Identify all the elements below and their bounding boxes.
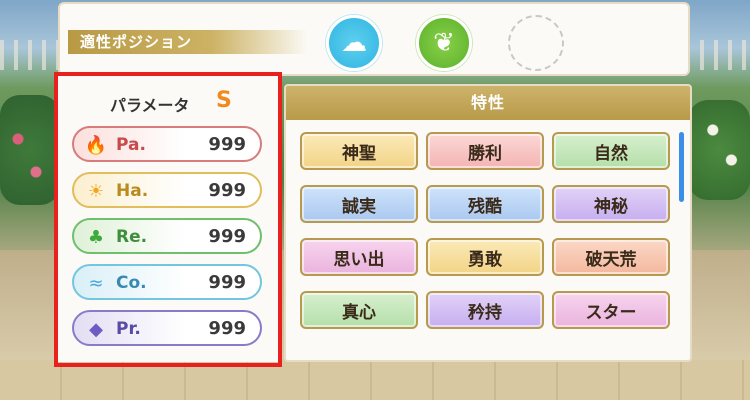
- trait-tile[interactable]: 思い出: [300, 238, 418, 276]
- stat-name: Pa.: [116, 135, 146, 155]
- background-flower-bush-left: [0, 95, 60, 205]
- traits-panel: 特性 神聖 勝利 自然誠実 残酷 神秘思い出 勇敢 破天荒真心 矜持 スター: [284, 84, 692, 362]
- trait-tile[interactable]: 破天荒: [552, 238, 670, 276]
- stat-row-ha[interactable]: ☀ Ha. 999: [72, 172, 262, 208]
- position-label: 適性ポジション: [68, 30, 308, 54]
- trait-tile[interactable]: 誠実: [300, 185, 418, 223]
- trait-tile[interactable]: 勇敢: [426, 238, 544, 276]
- stat-row-re[interactable]: ♣ Re. 999: [72, 218, 262, 254]
- traits-title: 特性: [286, 86, 690, 120]
- stat-name: Co.: [116, 273, 147, 293]
- parameter-rank-badge: S: [216, 88, 232, 113]
- diamond-icon: ◆: [89, 318, 103, 340]
- trait-tile[interactable]: 残酷: [426, 185, 544, 223]
- leaf-sprite-icon: ❦: [433, 28, 455, 58]
- stat-value: 999: [208, 318, 246, 339]
- position-slot-3-empty[interactable]: [508, 15, 564, 71]
- background-flower-bush-right: [688, 100, 750, 200]
- stat-row-pr[interactable]: ◆ Pr. 999: [72, 310, 262, 346]
- stat-value: 999: [208, 134, 246, 155]
- stat-value: 999: [208, 180, 246, 201]
- position-slot-1[interactable]: ☁: [326, 15, 382, 71]
- stat-row-pa[interactable]: 🔥 Pa. 999: [72, 126, 262, 162]
- stat-value: 999: [208, 226, 246, 247]
- stat-name: Pr.: [116, 319, 141, 339]
- trait-tile[interactable]: 神秘: [552, 185, 670, 223]
- traits-scrollbar[interactable]: [679, 132, 684, 202]
- stat-name: Re.: [116, 227, 148, 247]
- sun-icon: ☀: [87, 180, 105, 202]
- trait-tile[interactable]: スター: [552, 291, 670, 329]
- trait-tile[interactable]: 勝利: [426, 132, 544, 170]
- parameter-panel: パラメータ S 🔥 Pa. 999 ☀ Ha. 999 ♣ Re. 999 ≈ …: [58, 76, 278, 362]
- background-tiles: [0, 360, 750, 400]
- stat-name: Ha.: [116, 181, 149, 201]
- clover-icon: ♣: [87, 226, 105, 248]
- parameter-title: パラメータ: [110, 96, 190, 115]
- wave-icon: ≈: [88, 272, 104, 294]
- empty-slot-icon: [510, 17, 562, 69]
- cloud-icon: ☁: [341, 28, 367, 58]
- stat-row-co[interactable]: ≈ Co. 999: [72, 264, 262, 300]
- position-slot-2[interactable]: ❦: [416, 15, 472, 71]
- stat-value: 999: [208, 272, 246, 293]
- trait-tile[interactable]: 矜持: [426, 291, 544, 329]
- trait-tile[interactable]: 自然: [552, 132, 670, 170]
- trait-tile[interactable]: 神聖: [300, 132, 418, 170]
- trait-tile[interactable]: 真心: [300, 291, 418, 329]
- position-panel: 適性ポジション ☁ ❦: [58, 2, 690, 76]
- flame-icon: 🔥: [84, 134, 108, 156]
